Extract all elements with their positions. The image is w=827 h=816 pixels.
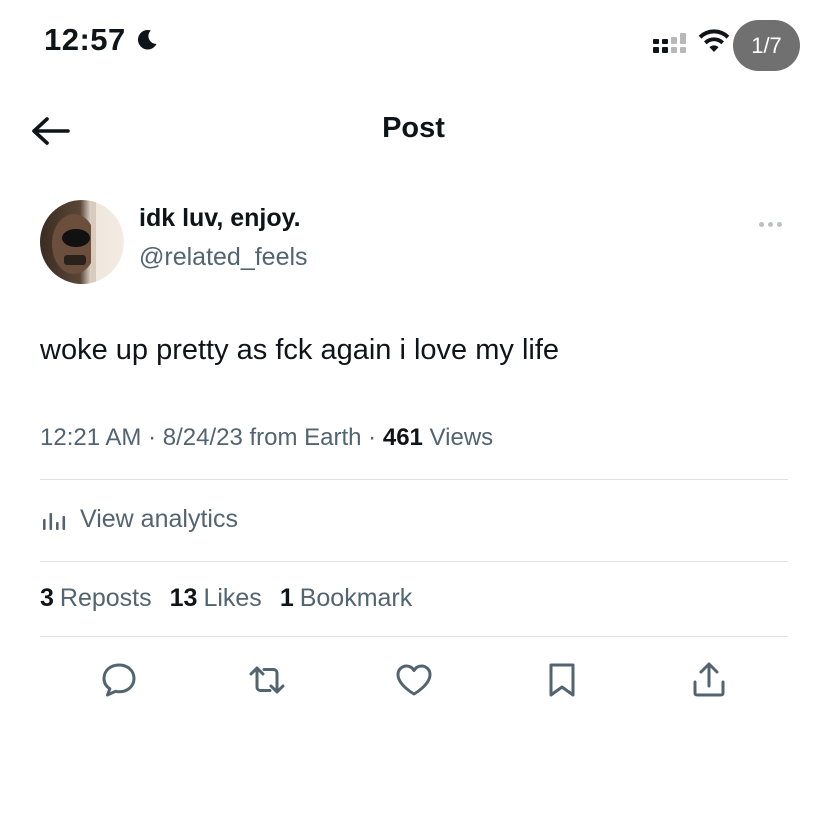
meta-separator: · bbox=[361, 424, 383, 451]
tweet-date[interactable]: 8/24/23 bbox=[163, 424, 243, 451]
status-time-text: 12:57 bbox=[44, 22, 126, 57]
status-time: 12:57 bbox=[44, 22, 160, 58]
avatar[interactable] bbox=[40, 200, 124, 284]
bookmark-button[interactable] bbox=[542, 660, 582, 700]
bookmarks-count: 1 bbox=[279, 584, 294, 612]
reposts-stat[interactable]: 3 Reposts bbox=[40, 584, 152, 613]
likes-stat[interactable]: 13 Likes bbox=[170, 584, 262, 613]
page-indicator: 1/7 bbox=[733, 20, 800, 71]
reposts-count: 3 bbox=[40, 584, 54, 612]
bookmark-icon bbox=[549, 663, 575, 697]
tweet-time[interactable]: 12:21 AM bbox=[40, 424, 141, 451]
likes-label: Likes bbox=[203, 584, 262, 612]
like-icon bbox=[396, 664, 432, 696]
reply-icon bbox=[102, 663, 136, 697]
user-handle[interactable]: @related_feels bbox=[139, 243, 308, 272]
engagement-stats: 3 Reposts 13 Likes 1 Bookmark bbox=[40, 584, 412, 613]
display-name[interactable]: idk luv, enjoy. bbox=[139, 204, 301, 233]
repost-icon bbox=[249, 666, 285, 694]
divider bbox=[40, 636, 788, 637]
bookmarks-stat[interactable]: 1 Bookmark bbox=[280, 584, 412, 613]
divider bbox=[40, 561, 788, 562]
like-button[interactable] bbox=[394, 660, 434, 700]
meta-separator: · bbox=[141, 424, 163, 451]
tweet-meta: 12:21 AM · 8/24/23 from Earth · 461 View… bbox=[40, 424, 493, 452]
analytics-bar-chart-icon bbox=[43, 513, 66, 530]
view-analytics-label: View analytics bbox=[80, 504, 238, 533]
reposts-label: Reposts bbox=[59, 584, 152, 612]
more-options-button[interactable] bbox=[754, 215, 786, 233]
avatar-image bbox=[52, 200, 96, 284]
cellular-signal-icon bbox=[653, 33, 686, 53]
likes-count: 13 bbox=[169, 584, 198, 612]
reply-button[interactable] bbox=[99, 660, 139, 700]
tweet-source: from Earth bbox=[242, 424, 362, 451]
tweet-text: woke up pretty as fck again i love my li… bbox=[40, 334, 560, 366]
views-label: Views bbox=[422, 424, 494, 451]
page-indicator-text: 1/7 bbox=[751, 32, 782, 58]
more-dot bbox=[767, 221, 773, 227]
repost-button[interactable] bbox=[247, 660, 287, 700]
post-screen: 12:57 1/7 Post idk luv, enjoy. @related_… bbox=[0, 0, 827, 816]
view-analytics-button[interactable]: View analytics bbox=[40, 502, 238, 536]
moon-icon bbox=[137, 29, 157, 50]
divider bbox=[40, 479, 788, 480]
wifi-icon bbox=[698, 29, 730, 52]
share-icon bbox=[693, 662, 725, 697]
more-dot bbox=[776, 221, 782, 227]
views-count: 461 bbox=[382, 424, 423, 451]
page-title: Post bbox=[382, 112, 445, 144]
more-horizontal-icon bbox=[758, 221, 764, 227]
share-button[interactable] bbox=[689, 660, 729, 700]
bookmarks-label: Bookmark bbox=[299, 584, 413, 612]
